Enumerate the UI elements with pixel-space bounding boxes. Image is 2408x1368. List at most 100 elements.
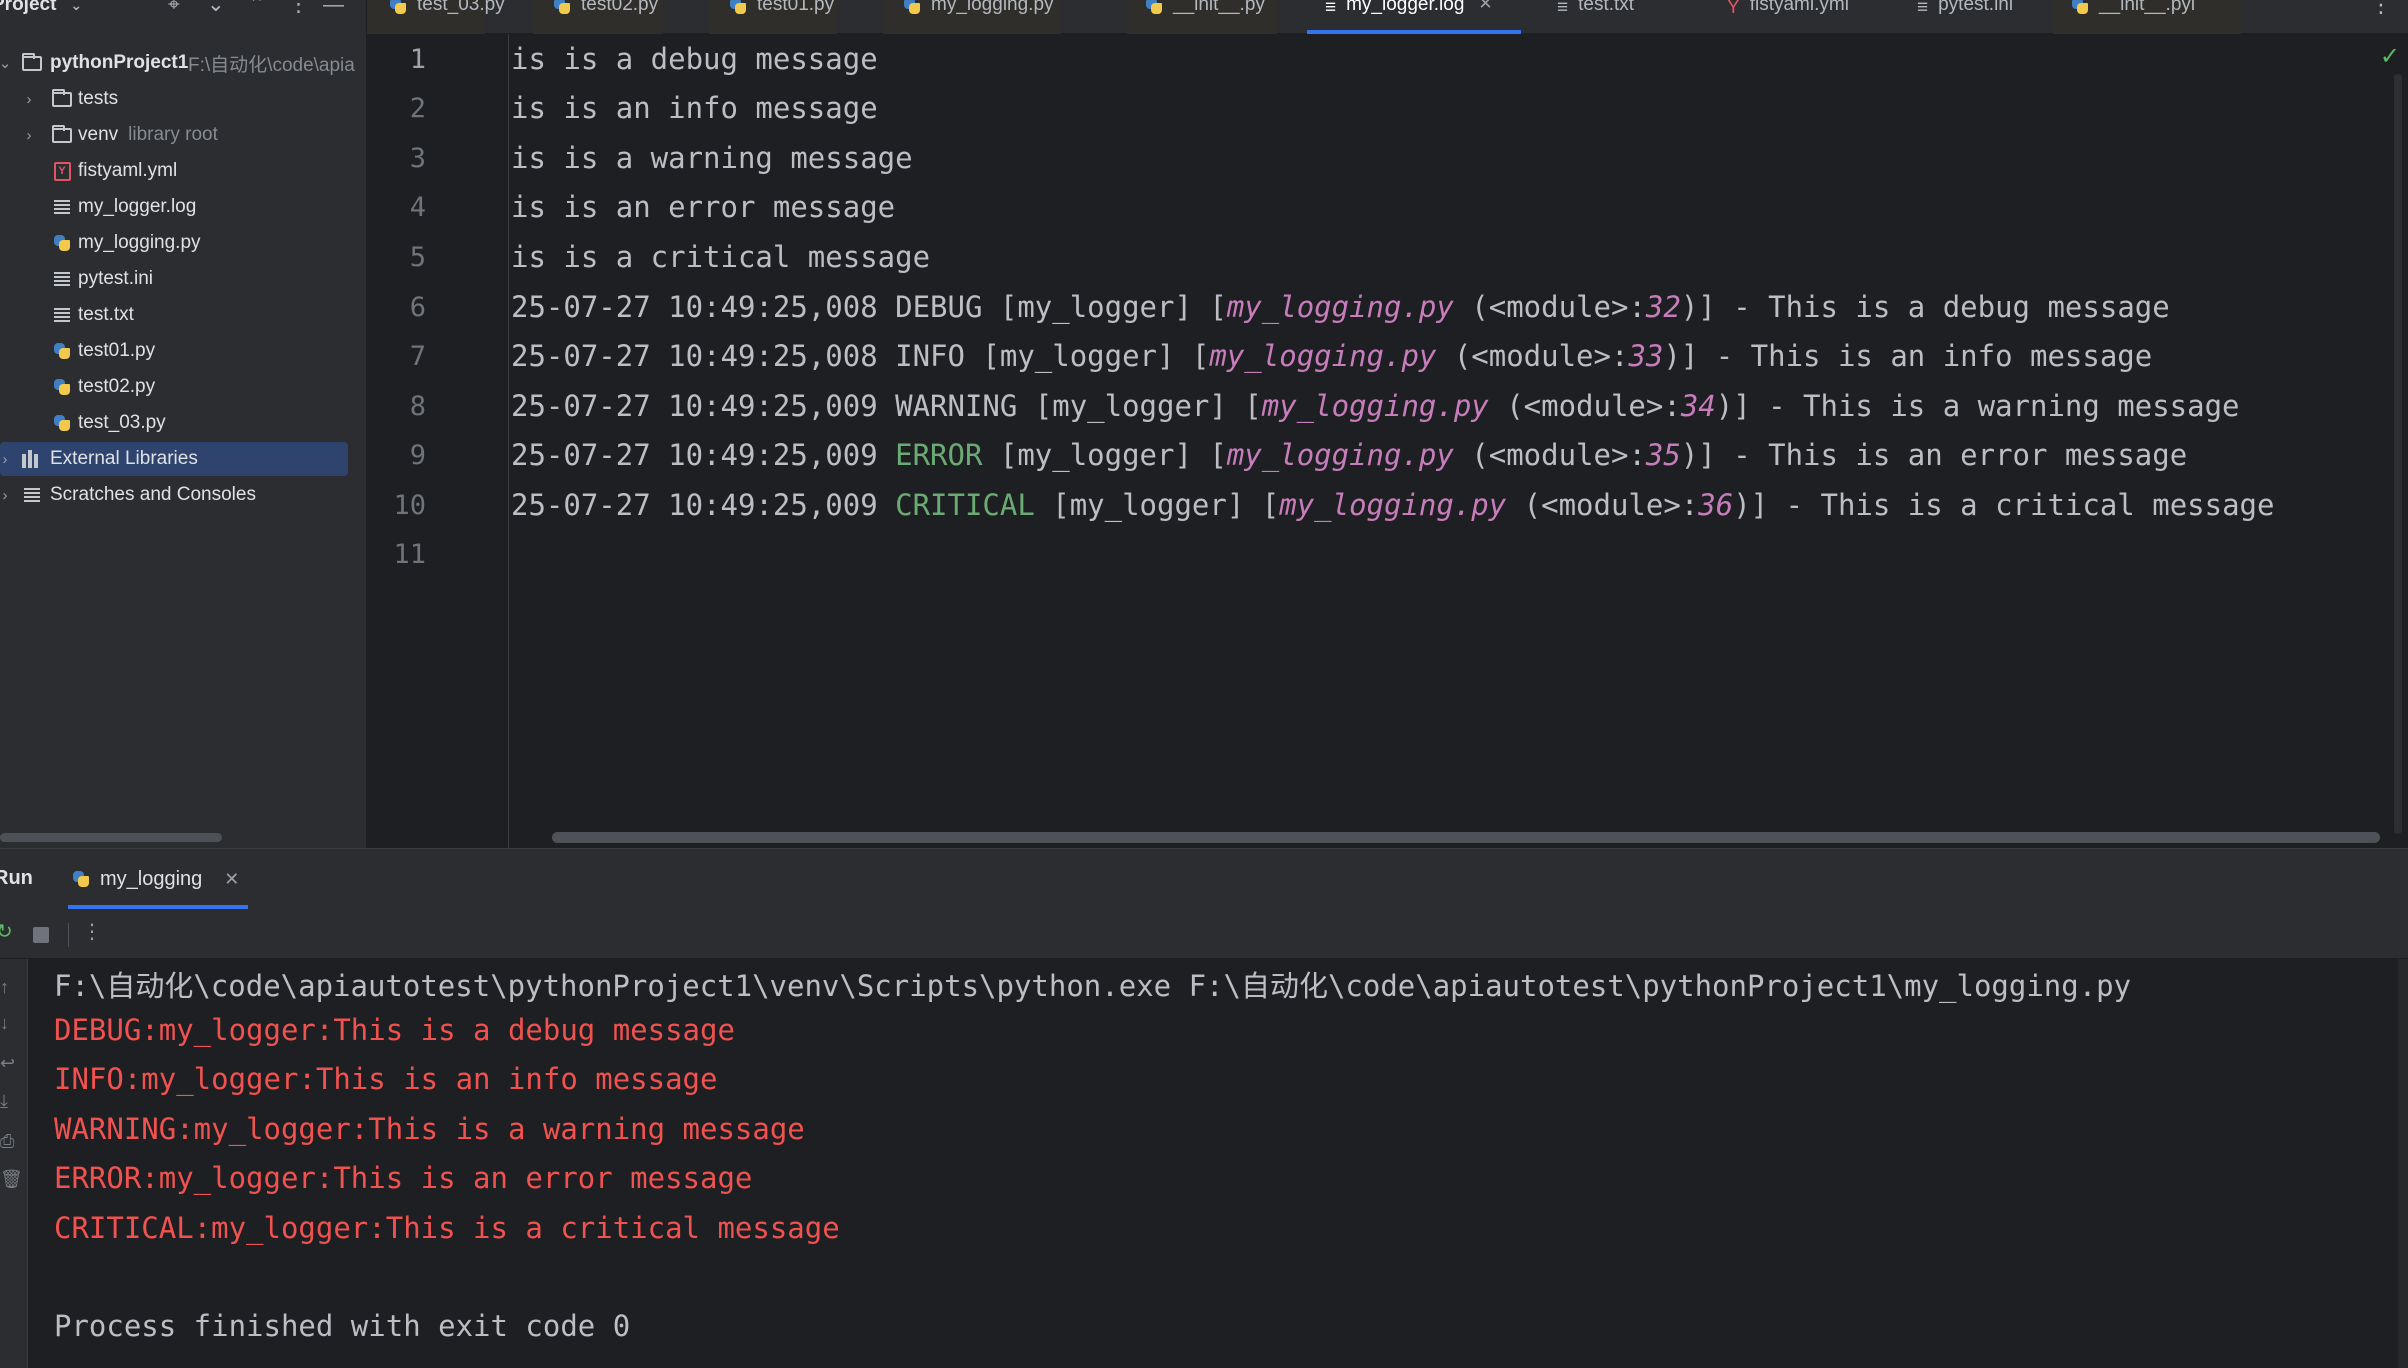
tree-item-my-logger-log[interactable]: my_logger.log bbox=[0, 190, 360, 224]
log-module: (<module>: bbox=[1453, 438, 1646, 472]
more-options-icon[interactable]: ⋮ bbox=[82, 919, 102, 944]
text-file-icon: ≡ bbox=[1557, 0, 1569, 18]
tree-item-my-logging-py[interactable]: my_logging.py bbox=[0, 226, 360, 260]
close-icon[interactable]: ✕ bbox=[1478, 0, 1492, 14]
tree-item-test-03-py[interactable]: test_03.py bbox=[0, 406, 360, 440]
tree-item-test01-py[interactable]: test01.py bbox=[0, 334, 360, 368]
tab-my-logger-log[interactable]: ≡ my_logger.log ✕ bbox=[1307, 0, 1521, 34]
collapse-all-icon[interactable]: ⌃ bbox=[248, 0, 266, 16]
tab-init-py[interactable]: __init__.py bbox=[1127, 0, 1277, 34]
tree-item-label: test02.py bbox=[78, 376, 156, 397]
log-line: 25-07-27 10:49:25,009 CRITICAL [my_logge… bbox=[511, 488, 2274, 522]
tab-test02-py[interactable]: test02.py bbox=[533, 0, 663, 34]
editor[interactable]: 1 2 3 4 5 6 7 8 9 10 11 is is a debug me… bbox=[367, 34, 2408, 848]
tab-label: test.txt bbox=[1578, 0, 1635, 15]
tree-item-venv[interactable]: › venv library root bbox=[0, 118, 360, 152]
editor-horizontal-scrollbar[interactable] bbox=[552, 832, 2380, 843]
console-command-line: F:\自动化\code\apiautotest\pythonProject1\v… bbox=[54, 969, 2132, 1003]
tab-my-logging-py[interactable]: my_logging.py bbox=[883, 0, 1061, 34]
options-icon[interactable]: ⋮ bbox=[288, 0, 309, 16]
down-arrow-icon[interactable]: ↓ bbox=[0, 1013, 9, 1034]
log-line: 25-07-27 10:49:25,009 ERROR [my_logger] … bbox=[511, 438, 2187, 472]
tree-item-scratches[interactable]: › Scratches and Consoles bbox=[0, 478, 360, 512]
trash-icon[interactable]: 🗑 bbox=[0, 1169, 23, 1190]
print-icon[interactable]: ⎙ bbox=[0, 1131, 14, 1152]
editor-tab-bar: test_03.py test02.py test01.py my_loggin… bbox=[367, 0, 2408, 34]
close-icon[interactable]: ✕ bbox=[224, 869, 239, 890]
line-number: 9 bbox=[409, 440, 426, 471]
log-module: (<module>: bbox=[1488, 389, 1681, 423]
tree-item-label: External Libraries bbox=[50, 448, 198, 469]
chevron-right-icon[interactable]: › bbox=[0, 487, 12, 504]
expand-all-icon[interactable]: ⌄ bbox=[207, 0, 225, 16]
code-line: is is an error message bbox=[511, 190, 896, 224]
up-arrow-icon[interactable]: ↑ bbox=[0, 977, 9, 998]
chevron-down-icon[interactable]: ⌄ bbox=[0, 54, 12, 72]
tab-label: test01.py bbox=[757, 0, 835, 15]
console-exit-line: Process finished with exit code 0 bbox=[54, 1309, 631, 1343]
scroll-to-end-icon[interactable]: ⤓ bbox=[0, 1091, 8, 1112]
run-tab-my-logging[interactable]: my_logging ✕ bbox=[68, 849, 243, 909]
locate-icon[interactable]: ⌖ bbox=[168, 0, 180, 16]
library-icon bbox=[22, 449, 42, 469]
tree-item-pytest-ini[interactable]: pytest.ini bbox=[0, 262, 360, 296]
log-file-link[interactable]: my_logging.py bbox=[1262, 389, 1489, 423]
chevron-right-icon[interactable]: › bbox=[22, 127, 36, 144]
tree-item-label: my_logging.py bbox=[78, 232, 201, 253]
editor-vertical-scrollbar[interactable] bbox=[2394, 74, 2402, 834]
folder-icon bbox=[22, 52, 42, 73]
tab-pytest-ini[interactable]: ≡ pytest.ini bbox=[1887, 0, 2037, 34]
log-logger: [my_logger] [ bbox=[964, 339, 1210, 373]
python-file-icon bbox=[553, 0, 571, 21]
line-number: 8 bbox=[409, 391, 426, 422]
yaml-file-icon: Y bbox=[52, 161, 72, 181]
log-file-link[interactable]: my_logging.py bbox=[1279, 488, 1506, 522]
soft-wrap-icon[interactable]: ↩ bbox=[0, 1053, 15, 1074]
no-problems-check-icon[interactable]: ✓ bbox=[2380, 42, 2400, 71]
log-line: 25-07-27 10:49:25,009 WARNING [my_logger… bbox=[511, 389, 2240, 423]
python-file-icon bbox=[52, 341, 72, 361]
chevron-right-icon[interactable]: › bbox=[22, 91, 36, 108]
console-vertical-scrollbar[interactable] bbox=[2398, 959, 2408, 1368]
console-output-line: ERROR:my_logger:This is an error message bbox=[54, 1161, 753, 1195]
tree-item-tests[interactable]: › tests bbox=[0, 82, 360, 116]
tree-item-external-libraries[interactable]: › External Libraries bbox=[0, 442, 348, 476]
sidebar-horizontal-scrollbar[interactable] bbox=[0, 833, 222, 842]
line-number: 3 bbox=[409, 143, 426, 174]
tree-item-fistyaml[interactable]: Y fistyaml.yml bbox=[0, 154, 360, 188]
log-message: )] - This is a warning message bbox=[1715, 389, 2240, 423]
project-path: F:\自动化\code\apia bbox=[188, 54, 355, 76]
more-tabs-icon[interactable]: ⋮ bbox=[2370, 0, 2392, 18]
rerun-icon[interactable]: ↻ bbox=[0, 919, 13, 944]
chevron-right-icon[interactable]: › bbox=[0, 451, 12, 468]
stop-icon[interactable] bbox=[33, 927, 49, 943]
tab-fistyaml-yml[interactable]: Y fistyaml.yml bbox=[1697, 0, 1857, 34]
console-side-toolbar: ↑ ↓ ↩ ⤓ ⎙ 🗑 bbox=[0, 959, 28, 1368]
tab-label: pytest.ini bbox=[1938, 0, 2014, 15]
tab-label: test_03.py bbox=[417, 0, 505, 15]
tab-test-03-py[interactable]: test_03.py bbox=[367, 0, 505, 34]
run-console[interactable]: F:\自动化\code\apiautotest\pythonProject1\v… bbox=[28, 959, 2408, 1368]
log-level: CRITICAL bbox=[895, 488, 1035, 522]
project-view-label: Project bbox=[0, 0, 57, 15]
log-file-link[interactable]: my_logging.py bbox=[1227, 438, 1454, 472]
project-view-selector[interactable]: Project ⌄ bbox=[0, 0, 82, 16]
tree-item-project-root[interactable]: ⌄ pythonProject1 F:\自动化\code\apia bbox=[0, 46, 360, 80]
ini-file-icon: ≡ bbox=[1917, 0, 1929, 18]
tab-test-txt[interactable]: ≡ test.txt bbox=[1543, 0, 1673, 34]
run-tab-label: my_logging bbox=[100, 867, 203, 890]
tab-init-pyi[interactable]: __init__.pyi bbox=[2053, 0, 2241, 34]
tree-item-test-txt[interactable]: test.txt bbox=[0, 298, 360, 332]
log-file-link[interactable]: my_logging.py bbox=[1209, 339, 1436, 373]
python-file-icon bbox=[52, 377, 72, 397]
code-line: is is an info message bbox=[511, 91, 878, 125]
log-level: DEBUG bbox=[895, 290, 983, 324]
log-file-link[interactable]: my_logging.py bbox=[1227, 290, 1454, 324]
log-message: )] - This is an error message bbox=[1680, 438, 2188, 472]
folder-icon bbox=[52, 124, 72, 145]
tree-item-label: fistyaml.yml bbox=[78, 160, 178, 181]
hide-icon[interactable]: — bbox=[323, 0, 344, 16]
log-logger: [my_logger] [ bbox=[982, 290, 1227, 324]
tree-item-test02-py[interactable]: test02.py bbox=[0, 370, 360, 404]
tab-test01-py[interactable]: test01.py bbox=[709, 0, 837, 34]
